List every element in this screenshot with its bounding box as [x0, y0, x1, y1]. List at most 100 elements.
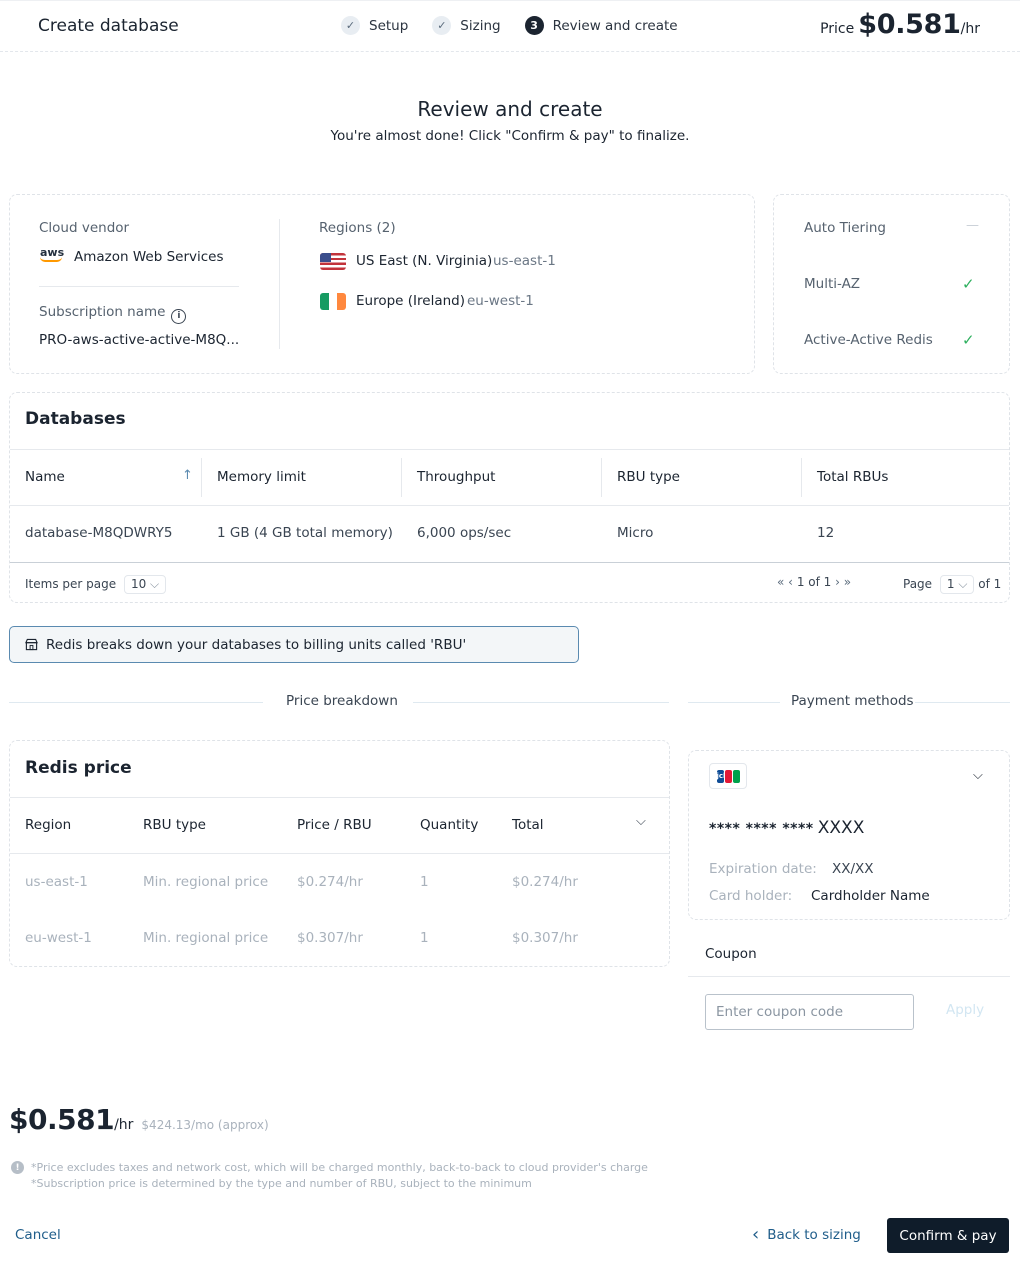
- price-value: $0.581: [858, 9, 961, 40]
- info-icon[interactable]: i: [171, 308, 187, 324]
- expiration-label: Expiration date:: [709, 861, 817, 877]
- stepper: ✓ Setup ✓ Sizing 3 Review and create: [341, 16, 702, 35]
- page-title: Review and create: [417, 97, 603, 121]
- region-code: us-east-1: [493, 253, 556, 269]
- cell-rbu-type: Micro: [617, 525, 654, 541]
- divider: [688, 976, 1010, 977]
- monthly-estimate: $424.13/mo (approx): [141, 1118, 269, 1132]
- items-per-page-label: Items per page: [25, 577, 117, 591]
- aws-logo-text: aws: [40, 246, 65, 259]
- cell-rbu-type: Min. regional price: [143, 930, 269, 946]
- items-per-page-value: 10: [130, 577, 147, 591]
- price-unit: /hr: [960, 21, 980, 37]
- back-to-sizing-button[interactable]: ‹ Back to sizing: [752, 1226, 861, 1244]
- chevron-down-icon[interactable]: ⌵: [636, 814, 646, 829]
- next-page-icon[interactable]: ›: [835, 575, 840, 589]
- table-header: Region RBU type Price / RBU Quantity Tot…: [10, 797, 669, 854]
- feature-label: Active-Active Redis: [804, 332, 933, 348]
- card-holder-value: Cardholder Name: [811, 888, 930, 904]
- items-per-page-select[interactable]: 10 ⌵: [123, 575, 167, 594]
- step-label: Setup: [369, 17, 409, 34]
- column-divider: [601, 458, 602, 497]
- header-price: Price $0.581 /hr: [820, 9, 980, 40]
- divider: [9, 702, 263, 703]
- cell-price-per-rbu: $0.274/hr: [297, 874, 363, 890]
- region-name: US East (N. Virginia): [356, 253, 493, 269]
- column-header-quantity: Quantity: [420, 817, 479, 833]
- page-select[interactable]: 1 ⌵: [939, 575, 975, 594]
- total-amount: $0.581: [9, 1103, 115, 1136]
- databases-card: Databases Name ↑ Memory limit Throughput…: [9, 392, 1010, 603]
- rbu-info-banner: Redis breaks down your databases to bill…: [9, 626, 579, 663]
- aws-logo-icon: aws: [40, 246, 66, 262]
- cell-total-rbus: 12: [817, 525, 835, 541]
- jcb-letter: jcb: [716, 769, 728, 783]
- price-label: Price: [820, 21, 855, 37]
- databases-title: Databases: [25, 409, 126, 429]
- step-label: Review and create: [552, 17, 678, 34]
- step-review[interactable]: 3 Review and create: [524, 16, 678, 35]
- card-number: **** **** **** XXXX: [709, 818, 864, 838]
- info-icon: !: [11, 1161, 24, 1174]
- cell-rbu-type: Min. regional price: [143, 874, 269, 890]
- price-note: *Subscription price is determined by the…: [31, 1177, 532, 1190]
- column-divider: [401, 458, 402, 497]
- column-header-rbu-type[interactable]: RBU type: [617, 469, 680, 485]
- check-icon: ✓: [962, 331, 975, 349]
- subscription-name-value: PRO-aws-active-active-M8Q...: [39, 332, 240, 348]
- last-page-icon[interactable]: »: [844, 575, 851, 589]
- step-setup[interactable]: ✓ Setup: [341, 16, 408, 35]
- cell-name: database-M8QDWRY5: [25, 525, 173, 541]
- redis-price-card: Redis price Region RBU type Price / RBU …: [9, 740, 670, 967]
- step-number: 3: [524, 16, 544, 35]
- column-header-memory[interactable]: Memory limit: [217, 469, 306, 485]
- rbu-banner-text: Redis breaks down your databases to bill…: [46, 637, 467, 653]
- column-header-total-rbus[interactable]: Total RBUs: [817, 469, 888, 485]
- chevron-down-icon: ⌵: [958, 577, 968, 591]
- column-header-name[interactable]: Name: [25, 469, 65, 485]
- cancel-button[interactable]: Cancel: [15, 1227, 61, 1243]
- table-header: Name ↑ Memory limit Throughput RBU type …: [10, 449, 1009, 506]
- card-holder-label: Card holder:: [709, 888, 793, 904]
- step-sizing[interactable]: ✓ Sizing: [432, 16, 501, 35]
- payment-methods-label: Payment methods: [791, 693, 914, 709]
- feature-label: Auto Tiering: [804, 220, 886, 236]
- column-header-region: Region: [25, 817, 72, 833]
- expiration-value: XX/XX: [832, 861, 874, 877]
- column-header-throughput[interactable]: Throughput: [417, 469, 495, 485]
- chevron-down-icon[interactable]: ⌵: [973, 768, 983, 783]
- total-price: $0.581 /hr $424.13/mo (approx): [9, 1103, 269, 1136]
- region-code: eu-west-1: [467, 293, 534, 309]
- back-label: Back to sizing: [767, 1227, 861, 1243]
- cell-quantity: 1: [420, 874, 429, 890]
- features-card: Auto Tiering — Multi-AZ ✓ Active-Active …: [773, 194, 1010, 374]
- divider: [413, 702, 669, 703]
- feature-label: Multi-AZ: [804, 276, 861, 292]
- store-icon: [25, 638, 38, 651]
- redis-price-title: Redis price: [25, 758, 132, 778]
- card-last-digits: XXXX: [817, 818, 865, 838]
- us-flag-icon: [320, 253, 346, 270]
- ireland-flag-icon: [320, 293, 346, 310]
- prev-page-icon[interactable]: ‹: [788, 575, 793, 589]
- table-row: eu-west-1 Min. regional price $0.307/hr …: [10, 911, 669, 968]
- items-per-page: Items per page 10 ⌵: [25, 575, 167, 594]
- check-icon: ✓: [341, 16, 360, 35]
- column-divider: [801, 458, 802, 497]
- cell-total: $0.274/hr: [512, 874, 578, 890]
- page-value: 1: [946, 577, 955, 591]
- confirm-and-pay-button[interactable]: Confirm & pay: [887, 1218, 1009, 1253]
- cell-region: eu-west-1: [25, 930, 92, 946]
- divider: [915, 702, 1010, 703]
- subscription-name-label-row: Subscription name i: [39, 304, 187, 324]
- column-divider: [201, 458, 202, 497]
- apply-coupon-button[interactable]: Apply: [946, 1002, 984, 1018]
- divider: [279, 219, 280, 349]
- payment-method-card[interactable]: jcb ⌵ **** **** **** XXXX Expiration dat…: [688, 750, 1010, 920]
- column-header-price-per-rbu: Price / RBU: [297, 817, 372, 833]
- table-row[interactable]: database-M8QDWRY5 1 GB (4 GB total memor…: [10, 506, 1009, 563]
- coupon-input[interactable]: [705, 994, 914, 1030]
- sort-up-icon[interactable]: ↑: [182, 468, 193, 483]
- region-name: Europe (Ireland): [356, 293, 465, 309]
- first-page-icon[interactable]: «: [777, 575, 784, 589]
